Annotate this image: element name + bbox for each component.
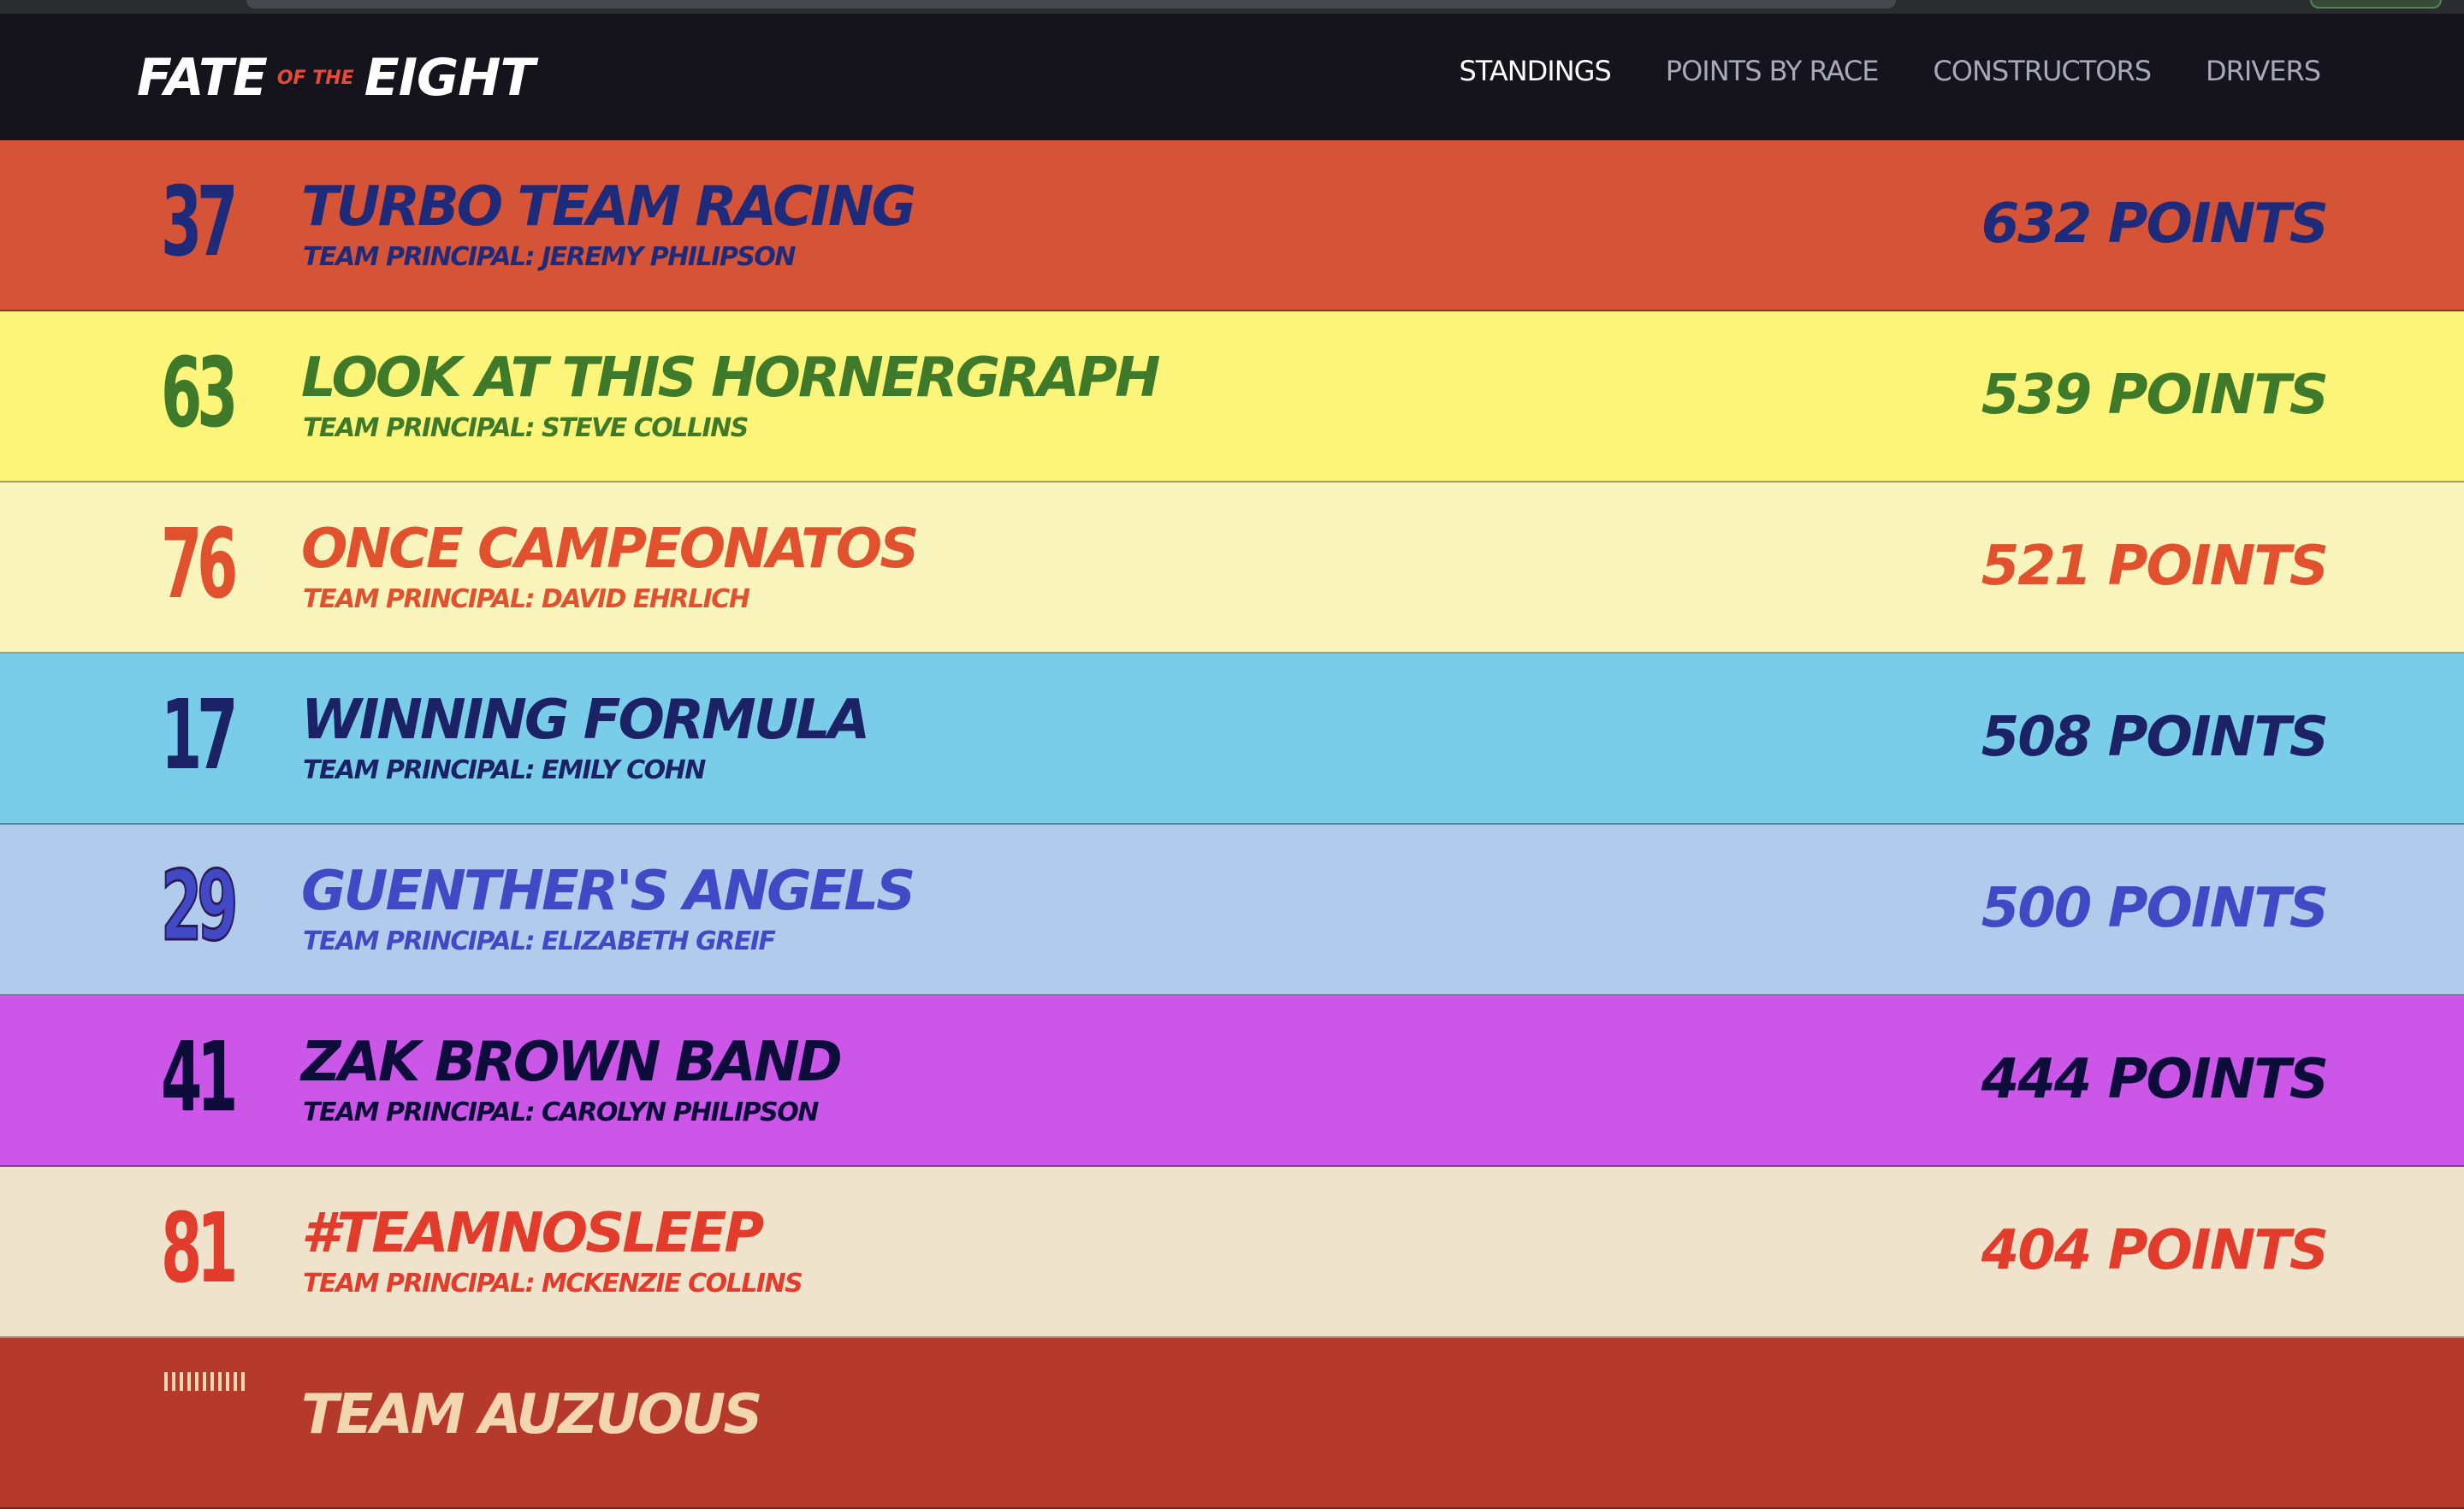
nav-drivers[interactable]: DRIVERS	[2206, 55, 2321, 87]
team-principal: TEAM PRINCIPAL: JEREMY PHILIPSON	[303, 242, 797, 272]
car-number: 17	[161, 680, 238, 791]
car-number: 37	[161, 167, 238, 278]
team-points: 404 POINTS	[1981, 1219, 2329, 1282]
standings-row[interactable]: 29 GUENTHER'S ANGELS TEAM PRINCIPAL: ELI…	[0, 825, 2464, 996]
car-number: 81	[161, 1193, 238, 1305]
car-number: 41	[161, 1022, 238, 1133]
team-points: 508 POINTS	[1981, 706, 2329, 769]
standings-row[interactable]: 41 ZAK BROWN BAND TEAM PRINCIPAL: CAROLY…	[0, 996, 2464, 1167]
team-name: ONCE CAMPEONATOS	[301, 518, 919, 581]
team-points: 632 POINTS	[1981, 192, 2329, 256]
team-name: TURBO TEAM RACING	[301, 175, 916, 239]
browser-top-strip	[0, 0, 2464, 14]
team-principal: TEAM PRINCIPAL: STEVE COLLINS	[303, 413, 749, 443]
team-points: 500 POINTS	[1981, 877, 2329, 940]
extension-button[interactable]	[2310, 0, 2442, 9]
team-name: #TEAMNOSLEEP	[301, 1202, 764, 1265]
nav-constructors[interactable]: CONSTRUCTORS	[1933, 55, 2152, 87]
site-header: FATE OF THE EIGHT STANDINGS POINTS BY RA…	[0, 14, 2464, 140]
main-nav: STANDINGS POINTS BY RACE CONSTRUCTORS DR…	[1459, 55, 2321, 87]
standings-row[interactable]: 37 TURBO TEAM RACING TEAM PRINCIPAL: JER…	[0, 140, 2464, 311]
team-principal: TEAM PRINCIPAL: MCKENZIE COLLINS	[303, 1269, 803, 1299]
car-number: 76	[161, 509, 238, 620]
team-name: LOOK AT THIS HORNERGRAPH	[301, 346, 1161, 410]
nav-points-by-race[interactable]: POINTS BY RACE	[1666, 55, 1880, 87]
team-name: WINNING FORMULA	[301, 689, 870, 752]
team-points: 444 POINTS	[1981, 1048, 2329, 1111]
logo-connector: OF THE	[276, 67, 354, 89]
team-principal: TEAM PRINCIPAL: DAVID EHRLICH	[303, 584, 750, 614]
standings-row[interactable]: 17 WINNING FORMULA TEAM PRINCIPAL: EMILY…	[0, 654, 2464, 825]
team-name: ZAK BROWN BAND	[301, 1031, 843, 1094]
nav-standings[interactable]: STANDINGS	[1459, 55, 1611, 87]
standings-row[interactable]: 63 LOOK AT THIS HORNERGRAPH TEAM PRINCIP…	[0, 311, 2464, 482]
car-number: 63	[161, 338, 238, 449]
standings-row[interactable]: 76 ONCE CAMPEONATOS TEAM PRINCIPAL: DAVI…	[0, 482, 2464, 654]
team-points: 521 POINTS	[1981, 535, 2329, 598]
team-principal: TEAM PRINCIPAL: EMILY COHN	[303, 755, 706, 785]
logo-word-fate: FATE	[137, 48, 268, 108]
address-bar[interactable]	[246, 0, 1896, 9]
team-name: GUENTHER'S ANGELS	[301, 860, 915, 923]
team-name: TEAM AUZUOUS	[301, 1383, 762, 1447]
site-logo[interactable]: FATE OF THE EIGHT	[137, 48, 536, 108]
team-points: 539 POINTS	[1981, 364, 2329, 427]
standings-row[interactable]: 81 #TEAMNOSLEEP TEAM PRINCIPAL: MCKENZIE…	[0, 1167, 2464, 1338]
standings-row[interactable]: TEAM AUZUOUS	[0, 1338, 2464, 1509]
team-principal: TEAM PRINCIPAL: CAROLYN PHILIPSON	[303, 1098, 819, 1127]
logo-word-eight: EIGHT	[364, 48, 536, 108]
car-number: 29	[160, 851, 239, 962]
team-principal: TEAM PRINCIPAL: ELIZABETH GREIF	[303, 926, 776, 956]
car-number-partial	[164, 1372, 246, 1391]
standings-list: 37 TURBO TEAM RACING TEAM PRINCIPAL: JER…	[0, 140, 2464, 1509]
